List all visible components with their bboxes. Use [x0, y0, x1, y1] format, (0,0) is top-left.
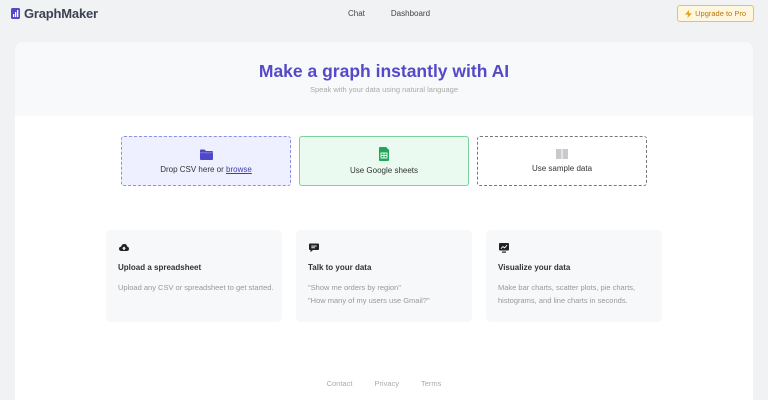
- footer-contact[interactable]: Contact: [327, 379, 353, 388]
- drop-csv-text: Drop CSV here or browse: [160, 165, 252, 174]
- main-card: Make a graph instantly with AI Speak wit…: [15, 42, 753, 400]
- feature-desc: Make bar charts, scatter plots, pie char…: [498, 283, 636, 305]
- feature-title: Upload a spreadsheet: [118, 263, 202, 272]
- top-nav: GraphMaker Chat Dashboard Upgrade to Pro: [0, 0, 768, 28]
- google-sheets-button[interactable]: Use Google sheets: [299, 136, 469, 186]
- folder-icon: [199, 149, 213, 160]
- logo[interactable]: GraphMaker: [11, 5, 98, 21]
- app-name: GraphMaker: [24, 5, 98, 21]
- google-sheets-icon: [379, 147, 389, 161]
- nav-links: Chat Dashboard: [348, 9, 430, 18]
- feature-card-upload: Upload a spreadsheet Upload any CSV or s…: [106, 230, 282, 322]
- sample-data-label: Use sample data: [531, 164, 593, 173]
- google-sheets-label: Use Google sheets: [349, 166, 419, 175]
- footer-privacy[interactable]: Privacy: [374, 379, 399, 388]
- upgrade-button[interactable]: Upgrade to Pro: [677, 5, 754, 22]
- footer: Contact Privacy Terms: [15, 379, 753, 388]
- feature-title: Visualize your data: [498, 263, 571, 272]
- feature-title: Talk to your data: [308, 263, 372, 272]
- feature-card-talk: Talk to your data "Show me orders by reg…: [296, 230, 472, 322]
- sample-data-icon: [556, 149, 568, 159]
- feature-card-visualize: Visualize your data Make bar charts, sca…: [486, 230, 662, 322]
- sample-data-button[interactable]: Use sample data: [477, 136, 647, 186]
- nav-dashboard[interactable]: Dashboard: [391, 9, 430, 18]
- logo-icon: [11, 7, 20, 19]
- nav-chat[interactable]: Chat: [348, 9, 365, 18]
- browse-link[interactable]: browse: [226, 165, 252, 174]
- page-title: Make a graph instantly with AI: [258, 61, 510, 81]
- cloud-upload-icon: [119, 244, 129, 251]
- page-subtitle: Speak with your data using natural langu…: [309, 85, 459, 94]
- drop-csv-zone[interactable]: Drop CSV here or browse: [121, 136, 291, 186]
- feature-desc: "Show me orders by region" "How many of …: [308, 283, 430, 305]
- bolt-icon: [685, 9, 693, 18]
- chart-icon: [499, 243, 509, 253]
- hero: Make a graph instantly with AI Speak wit…: [15, 42, 753, 116]
- footer-terms[interactable]: Terms: [421, 379, 441, 388]
- drop-csv-label: Drop CSV here or: [160, 164, 226, 174]
- upgrade-label: Upgrade to Pro: [695, 9, 746, 18]
- feature-desc: Upload any CSV or spreadsheet to get sta…: [118, 283, 274, 292]
- chat-icon: [309, 243, 319, 253]
